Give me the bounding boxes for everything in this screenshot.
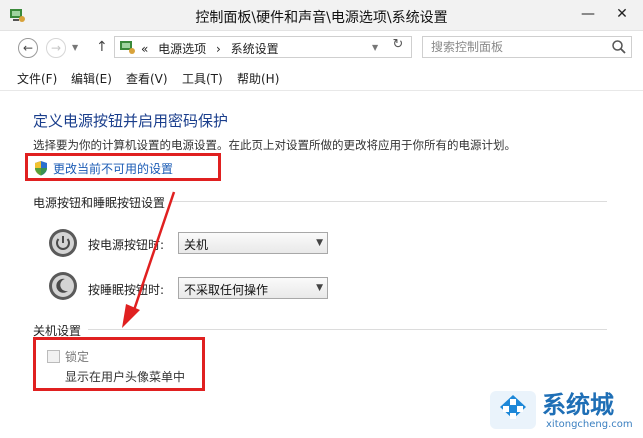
watermark-url: xitongcheng.com [546, 419, 633, 430]
section-divider [172, 201, 607, 202]
control-panel-icon [120, 41, 135, 54]
breadcrumb-chevrons[interactable]: « [141, 42, 148, 56]
chevron-down-icon: ▼ [316, 283, 323, 293]
menu-tools[interactable]: 工具(T) [182, 70, 223, 87]
sleep-button-value: 不采取任何操作 [184, 283, 269, 297]
recent-pages-dropdown[interactable]: ▼ [72, 43, 78, 52]
search-input[interactable] [431, 39, 601, 55]
annotation-highlight-box [25, 153, 221, 181]
menu-bar: 文件(F) 编辑(E) 查看(V) 工具(T) 帮助(H) [0, 66, 643, 91]
sleep-button-select[interactable]: 不采取任何操作 ▼ [178, 277, 328, 299]
power-button-select[interactable]: 关机 ▼ [178, 232, 328, 254]
power-button-icon [49, 229, 77, 257]
forward-button[interactable]: → [46, 38, 66, 58]
breadcrumb-item[interactable]: 电源选项 [158, 42, 206, 56]
menu-view[interactable]: 查看(V) [126, 70, 168, 87]
search-icon[interactable] [611, 39, 627, 55]
breadcrumb-item[interactable]: 系统设置 [231, 42, 279, 56]
up-button[interactable]: ↑ [96, 39, 108, 55]
windows-logo-icon [490, 391, 536, 429]
page-title: 定义电源按钮并启用密码保护 [33, 112, 229, 130]
sleep-button-icon [49, 272, 77, 300]
address-box[interactable]: « 电源选项 › 系统设置 [114, 36, 412, 58]
annotation-arrow [122, 191, 176, 328]
page-description: 选择要为你的计算机设置的电源设置。在此页上对设置所做的更改将应用于你所有的电源计… [33, 138, 516, 152]
menu-file[interactable]: 文件(F) [17, 70, 57, 87]
site-watermark: 系统城 xitongcheng.com [488, 385, 638, 435]
breadcrumb: « 电源选项 › 系统设置 [141, 40, 285, 57]
window-title: 控制面板\硬件和声音\电源选项\系统设置 [195, 10, 448, 26]
breadcrumb-separator[interactable]: › [216, 42, 221, 56]
minimize-button[interactable]: — [572, 2, 604, 26]
chevron-down-icon: ▼ [316, 238, 323, 248]
menu-help[interactable]: 帮助(H) [237, 70, 279, 87]
address-bar: ← → ▼ ↑ « 电源选项 › 系统设置 ▼ ↻ [0, 31, 643, 64]
search-box[interactable] [422, 36, 632, 58]
watermark-brand: 系统城 [542, 391, 614, 419]
menu-edit[interactable]: 编辑(E) [71, 70, 112, 87]
address-dropdown[interactable]: ▼ [372, 43, 378, 52]
close-button[interactable]: ✕ [606, 2, 638, 26]
back-button[interactable]: ← [18, 38, 38, 58]
refresh-button[interactable]: ↻ [388, 35, 408, 55]
title-bar: 控制面板\硬件和声音\电源选项\系统设置 — ✕ [0, 0, 643, 31]
